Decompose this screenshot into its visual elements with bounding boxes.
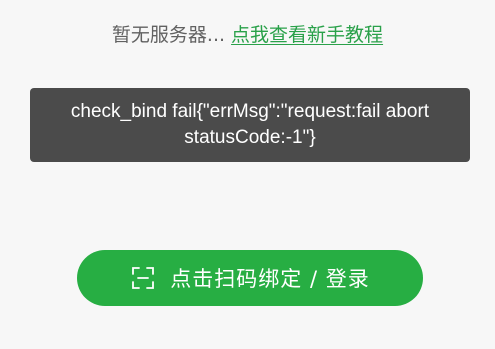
tutorial-link[interactable]: 点我查看新手教程	[231, 24, 383, 46]
scan-login-button[interactable]: 点击扫码绑定 / 登录	[77, 250, 423, 306]
error-message: check_bind fail{"errMsg":"request:fail a…	[70, 101, 430, 148]
server-status: 暂无服务器... 点我查看新手教程	[0, 22, 495, 48]
no-server-text: 暂无服务器...	[111, 24, 226, 46]
error-toast: check_bind fail{"errMsg":"request:fail a…	[30, 88, 470, 162]
scan-button-label: 点击扫码绑定 / 登录	[170, 267, 370, 291]
scan-icon	[130, 265, 156, 291]
